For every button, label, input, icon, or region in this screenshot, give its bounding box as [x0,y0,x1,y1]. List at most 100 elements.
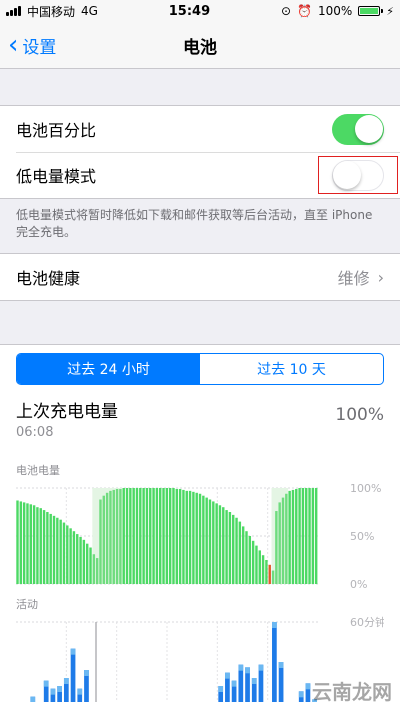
battery-bar [29,504,32,584]
last-charge-time: 06:08 [16,425,54,440]
activity-bar-top [57,686,62,692]
battery-bar [298,488,301,584]
battery-bar [39,508,42,584]
battery-bar [69,528,72,584]
activity-bar-top [84,670,89,676]
activity-bar-top [30,696,36,702]
activity-bar-top [238,664,244,671]
battery-bar [79,536,82,584]
activity-chart-title: 活动 [16,598,38,611]
battery-percentage-row: 电池百分比 [0,106,400,152]
chevron-left-icon: ‹ [8,30,19,60]
battery-health-value: 维修 [337,269,370,288]
battery-bar [152,488,155,584]
activity-axis-label: 60分钟 [350,615,384,629]
battery-bar [49,513,52,584]
battery-bar [178,488,182,584]
battery-health-row[interactable]: 电池健康 维修 › [0,254,400,300]
activity-bar [272,622,277,702]
battery-bar [159,488,162,584]
battery-axis-label: 50% [350,530,374,543]
activity-bar-top [77,688,83,695]
activity-bar-top [63,678,69,684]
battery-bar [275,511,278,584]
battery-bar [122,488,125,584]
battery-health-label: 电池健康 [16,269,81,288]
battery-health-group: 电池健康 维修 › [0,253,400,301]
back-button[interactable]: ‹ 设置 [8,22,56,68]
time-range-segment: 过去 24 小时 过去 10 天 [16,353,384,385]
battery-bar [16,500,19,584]
battery-bar [85,543,89,584]
activity-bar-top [251,678,257,684]
battery-bar [115,488,119,584]
battery-bar [92,554,96,584]
battery-bar [248,536,252,584]
battery-bar [205,497,208,584]
battery-bar [198,493,202,584]
battery-bar [36,507,39,584]
activity-bar-top [298,691,304,698]
highlight-box [318,156,398,194]
battery-bar [109,490,112,584]
battery-bar [82,539,86,584]
status-left: 中国移动 4G [6,3,98,20]
battery-percent: 100% [317,4,353,18]
battery-bar [76,534,79,584]
battery-bar [232,514,235,584]
battery-bar [145,488,149,584]
status-bar: 中国移动 4G 15:49 ⊙ ⏰ 100% ⚡ [0,0,400,22]
last-charge-info: 上次充电电量 06:08 [16,397,118,440]
activity-bar-top [43,680,49,687]
battery-bar [291,489,295,584]
battery-bar [42,510,46,584]
battery-bar [165,488,169,584]
battery-bar [168,488,172,584]
battery-axis-label: 100% [350,482,381,495]
activity-bar-top [278,662,284,668]
battery-bar [46,512,49,584]
battery-bar [245,531,248,584]
battery-bar [135,488,139,584]
battery-percentage-toggle[interactable] [332,113,384,145]
battery-bar [271,570,275,584]
charging-icon: ⚡ [386,4,394,18]
battery-bar [278,502,281,584]
last-charge-title: 上次充电电量 [16,402,118,422]
battery-bar [59,519,62,584]
low-power-label: 低电量模式 [16,167,97,186]
tab-24-hours[interactable]: 过去 24 小时 [17,354,200,384]
battery-bar [172,488,175,584]
battery-bar [301,488,305,584]
last-charge-section: 上次充电电量 06:08 100% [16,397,384,440]
battery-bar [238,521,242,584]
toggle-knob [355,114,383,143]
battery-bar [182,489,185,584]
status-time: 15:49 [168,3,211,19]
battery-bar [251,540,255,584]
battery-bar [185,490,188,584]
battery-bar [66,525,69,584]
battery-bar [225,510,228,584]
battery-bar [56,517,59,584]
battery-bar [155,488,159,584]
battery-bar [22,502,26,584]
activity-bar-top [218,686,224,692]
battery-bar [192,491,195,584]
activity-bar-top [70,648,76,655]
battery-bar [188,490,192,584]
battery-bar [305,488,308,584]
battery-bar [99,499,102,584]
battery-bar [288,490,291,584]
battery-bar [314,488,318,584]
watermark-text: 云南龙网 [312,680,392,704]
battery-bar [212,501,215,584]
activity-bar-top [245,667,250,674]
battery-bar [142,488,145,584]
battery-bar [311,488,315,584]
battery-bar [265,560,268,584]
tab-10-days[interactable]: 过去 10 天 [200,354,383,384]
network-label: 4G [81,4,98,18]
battery-bar [235,517,238,584]
battery-chart-title: 电池电量 [16,464,60,477]
